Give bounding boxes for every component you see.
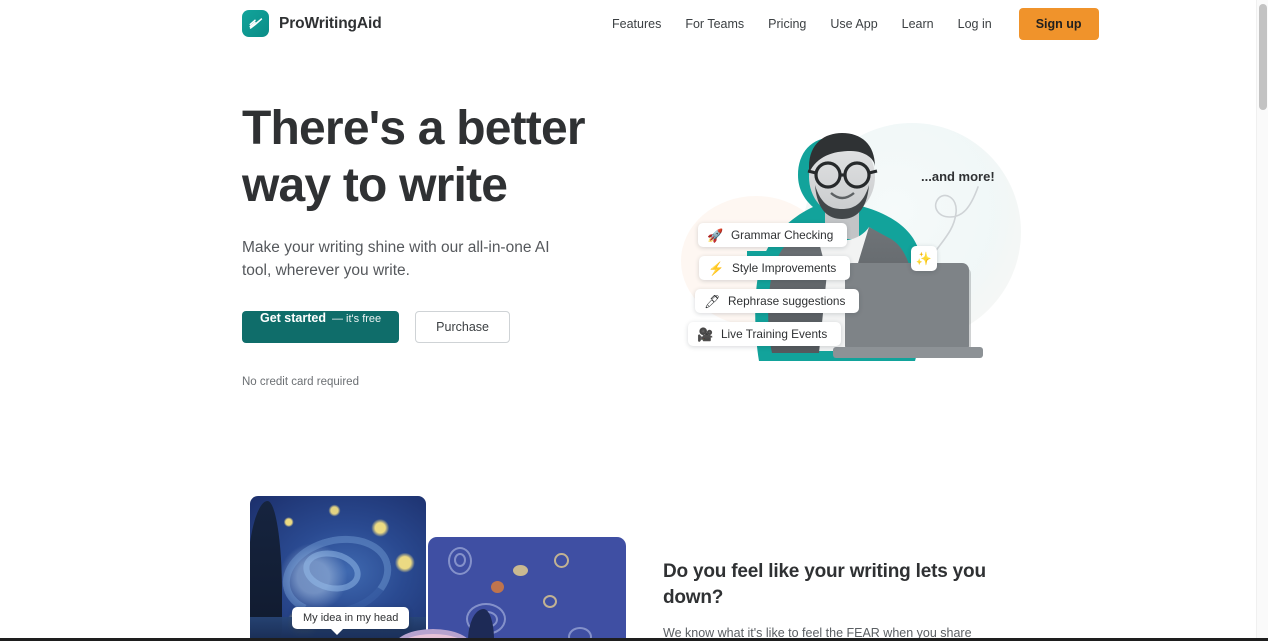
laptop-illustration	[833, 263, 983, 358]
get-started-button[interactable]: Get started — it's free	[242, 311, 400, 343]
feature-pill-label: Grammar Checking	[731, 228, 834, 242]
my-idea-label: My idea in my head	[292, 607, 410, 635]
rocket-icon: 🚀	[707, 227, 724, 243]
canvas-dot	[513, 565, 528, 576]
main-navigation: Features For Teams Pricing Use App Learn…	[600, 0, 1099, 48]
canvas-doodle	[454, 553, 466, 567]
sparkles-icon: ✨	[911, 246, 937, 271]
hero-subtitle: Make your writing shine with our all-in-…	[242, 239, 550, 279]
hero-title-line-2: way to write	[242, 159, 508, 212]
purchase-button[interactable]: Purchase	[415, 311, 510, 343]
plain-blue-canvas	[428, 537, 626, 641]
nav-log-in[interactable]: Log in	[946, 11, 1004, 37]
canvas-doodle	[543, 595, 557, 608]
and-more-label: ...and more!	[921, 169, 995, 184]
site-header: ProWritingAid Features For Teams Pricing…	[0, 0, 1256, 48]
hero-illustration: ...and more! ✨ 🚀 Grammar Checking ⚡ Styl…	[655, 101, 1035, 401]
brand-logo-link[interactable]: ProWritingAid	[242, 10, 382, 37]
brand-name: ProWritingAid	[279, 14, 382, 32]
hero-copy: There's a better way to write Make your …	[242, 100, 642, 388]
movie-camera-icon: 🎥	[697, 326, 714, 342]
nav-pricing[interactable]: Pricing	[756, 11, 818, 37]
page-scrollbar[interactable]	[1256, 0, 1268, 641]
get-started-label: Get started	[260, 311, 326, 325]
no-credit-card-note: No credit card required	[242, 376, 359, 388]
canvas-doodle	[554, 553, 569, 568]
pen-icon: 🖊	[704, 293, 721, 309]
get-started-sublabel: — it's free	[332, 313, 382, 325]
section2-illustration: My idea in my head	[242, 496, 632, 641]
feature-pill-style-improvements[interactable]: ⚡ Style Improvements	[699, 256, 851, 280]
canvas-dot	[491, 581, 504, 593]
feature-pill-live-training-events[interactable]: 🎥 Live Training Events	[688, 322, 842, 346]
lightning-bolt-icon: ⚡	[708, 260, 725, 276]
section2-heading: Do you feel like your writing lets you d…	[663, 561, 986, 608]
nav-for-teams[interactable]: For Teams	[673, 11, 756, 37]
hero-actions: Get started — it's free Purchase	[242, 311, 642, 343]
section2-copy: Do you feel like your writing lets you d…	[663, 559, 1023, 641]
nav-learn[interactable]: Learn	[890, 11, 946, 37]
feature-pill-rephrase-suggestions[interactable]: 🖊 Rephrase suggestions	[695, 289, 860, 313]
feature-pill-list: 🚀 Grammar Checking ⚡ Style Improvements …	[688, 223, 860, 346]
browser-page: ProWritingAid Features For Teams Pricing…	[0, 0, 1268, 641]
scrollbar-thumb[interactable]	[1259, 4, 1267, 110]
feature-pill-label: Rephrase suggestions	[728, 294, 846, 308]
feature-pill-label: Live Training Events	[721, 327, 828, 341]
nav-use-app[interactable]: Use App	[818, 11, 889, 37]
feature-pill-grammar-checking[interactable]: 🚀 Grammar Checking	[698, 223, 848, 247]
sign-up-button[interactable]: Sign up	[1018, 8, 1099, 40]
page-title: There's a better way to write	[242, 100, 642, 214]
feature-pill-label: Style Improvements	[732, 261, 837, 275]
hero-title-line-1: There's a better	[242, 102, 586, 155]
nav-features[interactable]: Features	[600, 11, 673, 37]
prowritingaid-stacked-pages-icon	[242, 10, 269, 37]
